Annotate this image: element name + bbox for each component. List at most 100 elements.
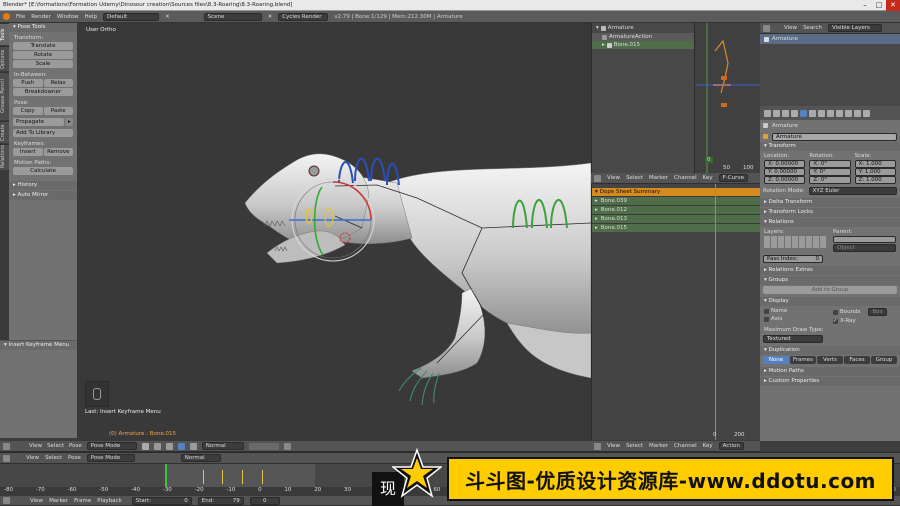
properties-outliner-item[interactable]: Armature (760, 34, 900, 44)
operator-panel-header[interactable]: Insert Keyframe Menu (0, 341, 77, 350)
outliner-item-armature[interactable]: ▾ Armature (592, 23, 694, 33)
outliner-editor-icon[interactable] (763, 24, 770, 32)
tab-options[interactable]: Options (0, 46, 9, 71)
maximize-button[interactable]: □ (872, 0, 886, 11)
add-to-group-button[interactable]: Add to Group (763, 286, 897, 294)
location-x-field[interactable]: X: 0.00000 (764, 160, 806, 168)
timeline-menu-view[interactable]: View (26, 455, 39, 461)
relations-extras-header[interactable]: Relations Extras (760, 266, 900, 275)
transform-orientation-selector[interactable]: Normal (201, 442, 244, 450)
relations-header[interactable]: Relations (760, 218, 900, 227)
parent-type-selector[interactable]: Object (833, 244, 896, 252)
start-frame-field[interactable]: Start: 0 (131, 496, 192, 505)
shading-icon[interactable] (141, 442, 149, 450)
action-mode-selector[interactable]: Action (718, 442, 744, 450)
end-frame-field[interactable]: End: 79 (197, 496, 244, 505)
insert-keyframe-button[interactable]: Insert (13, 148, 43, 156)
menu-render[interactable]: Render (31, 14, 51, 20)
viewport-menu-pose[interactable]: Pose (69, 443, 82, 449)
modifiers-tab-icon[interactable] (818, 109, 825, 117)
scale-y-field[interactable]: Y: 1.000 (854, 168, 896, 176)
dopesheet-menu-channel[interactable]: Channel (674, 175, 697, 181)
location-y-field[interactable]: Y: 0.00000 (764, 168, 806, 176)
scene-tab-icon[interactable] (782, 109, 789, 117)
copy-pose-button[interactable]: Copy (13, 107, 43, 115)
location-z-field[interactable]: Z: 0.00000 (764, 176, 806, 184)
current-frame-field[interactable]: 0 (249, 496, 280, 505)
timeline-footer-view[interactable]: View (30, 498, 43, 504)
pin-icon[interactable] (763, 123, 768, 128)
timeline-footer-marker[interactable]: Marker (49, 498, 68, 504)
view-navigation-widget[interactable] (85, 381, 109, 407)
dopesheet-channel-bone-039[interactable]: ▸ Bone.039 (592, 196, 760, 205)
timeline-mode-selector[interactable]: Pose Mode (86, 454, 135, 462)
rotation-x-field[interactable]: X: 0° (809, 160, 851, 168)
dopesheet-editor-icon[interactable] (594, 174, 601, 182)
dopesheet-playhead[interactable] (715, 184, 716, 440)
object-tab-icon[interactable] (800, 109, 807, 117)
scale-button[interactable]: Scale (13, 60, 73, 68)
scale-z-field[interactable]: Z: 1.000 (854, 176, 896, 184)
keyframe-marker-1[interactable] (203, 470, 204, 484)
tab-relations[interactable]: Relations (0, 144, 9, 170)
propagate-button[interactable]: Propagate (13, 118, 64, 126)
dopesheet-menu-key[interactable]: Key (703, 175, 713, 181)
dopesheet-menu-marker[interactable]: Marker (649, 175, 668, 181)
timeline-footer-icon[interactable] (3, 497, 10, 504)
timeline-editor-icon[interactable] (3, 454, 10, 462)
pass-index-field[interactable]: Pass Index: 0 (763, 255, 823, 263)
viewport-menu-view[interactable]: View (29, 443, 42, 449)
timeline-footer-playback[interactable]: Playback (97, 498, 122, 504)
action-menu-select[interactable]: Select (626, 443, 643, 449)
timeline-pivot-selector[interactable]: Normal (180, 454, 221, 462)
keyframe-icon[interactable] (283, 442, 291, 450)
breakdowner-button[interactable]: Breakdowner (13, 88, 73, 96)
bounds-checkbox[interactable]: Bounds Box (833, 308, 896, 316)
action-menu-channel[interactable]: Channel (674, 443, 697, 449)
add-to-library-button[interactable]: Add To Library (13, 129, 73, 137)
graph-editor[interactable]: 0 50 100 (694, 23, 760, 173)
action-editor-icon[interactable] (594, 442, 601, 450)
menu-help[interactable]: Help (85, 14, 98, 20)
scene-selector[interactable]: Scene (203, 12, 262, 21)
groups-header[interactable]: Groups (760, 276, 900, 285)
dup-group-button[interactable]: Group (871, 356, 897, 364)
viewport-menu-select[interactable]: Select (47, 443, 64, 449)
timeline-menu-pose[interactable]: Pose (68, 455, 81, 461)
paste-pose-button[interactable]: Paste (43, 107, 73, 115)
tab-grease-pencil[interactable]: Grease Pencil (0, 72, 9, 120)
mode-selector[interactable]: Pose Mode (86, 442, 137, 450)
data-tab-icon[interactable] (827, 109, 834, 117)
bounds-type-selector[interactable]: Box (868, 308, 887, 316)
dup-faces-button[interactable]: Faces (844, 356, 870, 364)
max-draw-type-selector[interactable]: Textured (763, 335, 823, 343)
3d-viewport[interactable]: User Ortho Last: Insert Keyframe Menu (0… (77, 23, 591, 441)
rotation-y-field[interactable]: Y: 0° (809, 168, 851, 176)
visible-layers-selector[interactable]: Visible Layers (827, 24, 882, 32)
dopesheet-channel-bone-013[interactable]: ▸ Bone.013 (592, 214, 760, 223)
material-tab-icon[interactable] (854, 109, 861, 117)
manipulator-scale-icon[interactable] (189, 442, 197, 450)
manipulator-rotate-icon[interactable] (177, 442, 185, 450)
keyframe-marker-4[interactable] (262, 470, 263, 484)
dup-none-button[interactable]: None (763, 356, 789, 364)
bone-tab-icon[interactable] (836, 109, 843, 117)
parent-field[interactable] (833, 236, 896, 243)
render-engine-selector[interactable]: Cycles Render (278, 12, 329, 21)
dopesheet-summary-row[interactable]: ▾ Dope Sheet Summary (592, 188, 760, 196)
world-tab-icon[interactable] (791, 109, 798, 117)
push-button[interactable]: Push (13, 79, 43, 87)
translate-button[interactable]: Translate (13, 42, 73, 50)
transform-panel-header[interactable]: Transform (760, 142, 900, 151)
timeline-footer-frame[interactable]: Frame (74, 498, 91, 504)
layout-selector[interactable]: Default (103, 12, 160, 21)
rotation-z-field[interactable]: Z: 0° (809, 176, 851, 184)
tab-create[interactable]: Create (0, 121, 9, 143)
name-checkbox[interactable]: Name (764, 308, 827, 314)
tab-tools[interactable]: Tools (0, 23, 9, 45)
dopesheet-menu-select[interactable]: Select (626, 175, 643, 181)
keyframe-marker-3[interactable] (242, 470, 243, 484)
transform-locks-header[interactable]: Transform Locks (760, 208, 900, 217)
manipulator-translate-icon[interactable] (165, 442, 173, 450)
outliner-menu-view[interactable]: View (784, 25, 797, 31)
